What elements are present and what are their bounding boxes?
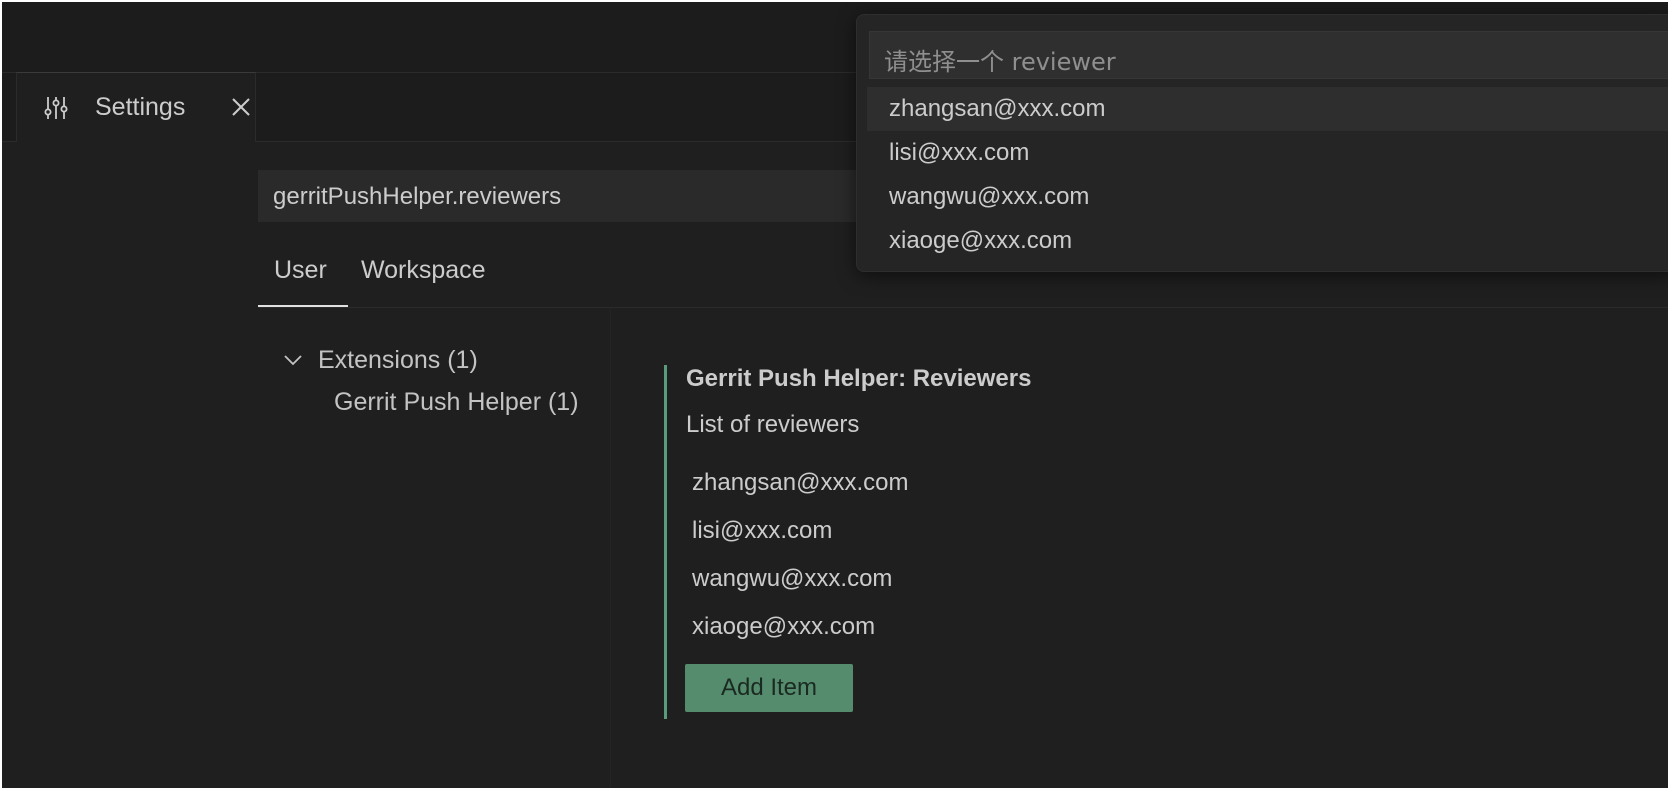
reviewer-quick-pick: 请选择一个 reviewer zhangsan@xxx.com lisi@xxx… xyxy=(856,14,1668,272)
settings-search-value: gerritPushHelper.reviewers xyxy=(273,183,562,210)
vscode-window: Settings gerritPushHelper.reviewers User… xyxy=(2,2,1668,788)
toc-item-extensions[interactable]: Extensions (1) xyxy=(282,344,478,376)
quick-pick-item[interactable]: wangwu@xxx.com xyxy=(867,175,1668,219)
quick-pick-item[interactable]: lisi@xxx.com xyxy=(867,131,1668,175)
chevron-down-icon xyxy=(284,355,302,366)
tab-workspace[interactable]: Workspace xyxy=(361,256,486,285)
quick-pick-list: zhangsan@xxx.com lisi@xxx.com wangwu@xxx… xyxy=(867,87,1668,263)
quick-pick-item[interactable]: zhangsan@xxx.com xyxy=(867,87,1668,131)
close-icon[interactable] xyxy=(229,95,253,119)
reviewer-list: zhangsan@xxx.com lisi@xxx.com wangwu@xxx… xyxy=(692,469,908,661)
toc-extensions-label: Extensions (1) xyxy=(318,345,478,374)
list-item[interactable]: xiaoge@xxx.com xyxy=(692,613,908,661)
list-item[interactable]: wangwu@xxx.com xyxy=(692,565,908,613)
settings-tab-label: Settings xyxy=(95,93,186,121)
add-item-button[interactable]: Add Item xyxy=(685,664,853,712)
toc-item-gerrit-push-helper[interactable]: Gerrit Push Helper (1) xyxy=(334,388,579,417)
settings-sliders-icon xyxy=(44,97,68,119)
scope-tabs-divider xyxy=(258,307,1668,308)
list-item[interactable]: lisi@xxx.com xyxy=(692,517,908,565)
quick-pick-item[interactable]: xiaoge@xxx.com xyxy=(867,219,1668,263)
setting-reviewers: Gerrit Push Helper: Reviewers List of re… xyxy=(664,365,1564,719)
tab-user[interactable]: User xyxy=(274,256,327,285)
setting-description: List of reviewers xyxy=(686,411,860,438)
setting-title: Gerrit Push Helper: Reviewers xyxy=(686,365,1032,392)
settings-tab[interactable]: Settings xyxy=(16,72,256,142)
quick-pick-input[interactable]: 请选择一个 reviewer xyxy=(869,31,1668,79)
list-item[interactable]: zhangsan@xxx.com xyxy=(692,469,908,517)
quick-pick-placeholder: 请选择一个 reviewer xyxy=(884,48,1116,76)
toc-divider xyxy=(610,307,611,788)
